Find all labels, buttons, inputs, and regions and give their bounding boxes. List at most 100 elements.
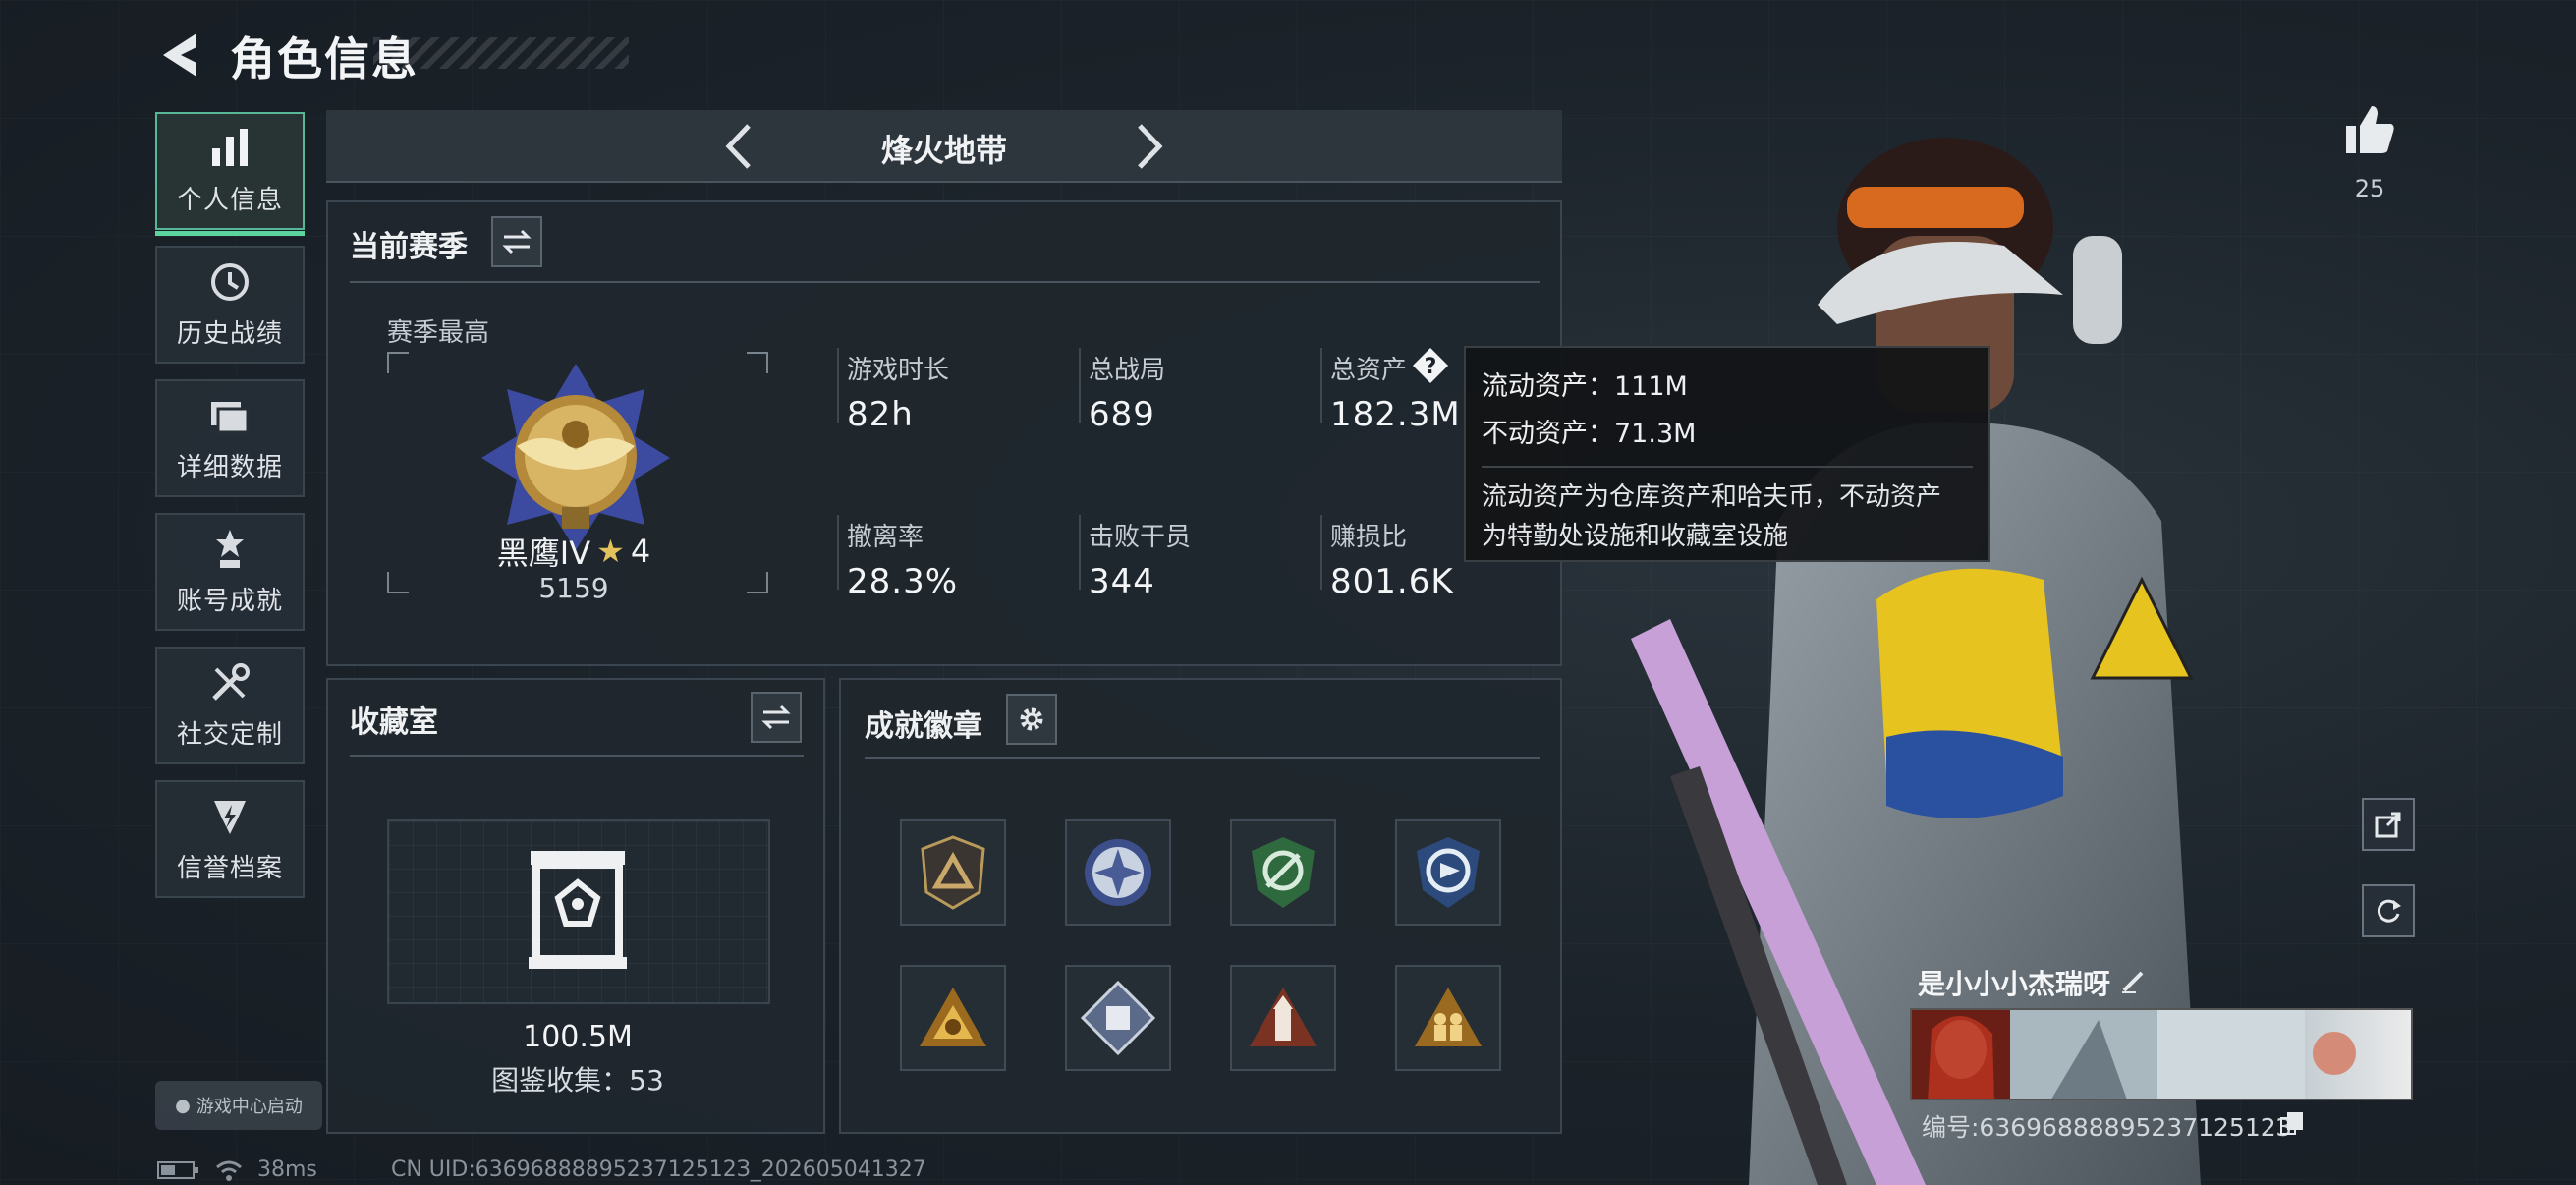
assets-tooltip: 流动资产：111M 不动资产：71.3M 流动资产为仓库资产和哈夫币，不动资产 …	[1464, 346, 1990, 562]
frame-corner	[387, 352, 409, 373]
divider	[1079, 515, 1081, 590]
help-icon[interactable]: ?	[1411, 346, 1450, 385]
player-name: 是小小小杰瑞呀	[1918, 968, 2111, 1000]
settings-button[interactable]	[1006, 694, 1057, 745]
divider	[1320, 515, 1322, 590]
share-button[interactable]	[2362, 798, 2415, 851]
person-icon: ●	[175, 1095, 191, 1116]
sidebar-item-detailed-data[interactable]: 详细数据	[155, 379, 305, 497]
collection-catalog: 图鉴收集：53	[491, 1064, 664, 1097]
tower-badge-icon	[1250, 988, 1316, 1046]
badge-slot[interactable]	[1395, 965, 1501, 1071]
mode-name: 烽火地带	[880, 132, 1007, 169]
rank-emblem-icon	[481, 364, 670, 550]
player-banner[interactable]	[1910, 1008, 2413, 1100]
edit-icon[interactable]	[2120, 967, 2148, 994]
stat-value: 182.3M	[1330, 395, 1461, 434]
share-icon	[2375, 812, 2401, 838]
stat-label: 游戏时长	[847, 356, 950, 385]
divider	[1079, 348, 1081, 423]
triangle-shield-badge-icon	[921, 835, 985, 910]
sidebar-item-achievements[interactable]: 账号成就	[155, 513, 305, 631]
sidebar-item-reputation[interactable]: 信誉档案	[155, 780, 305, 898]
collection-title: 收藏室	[350, 705, 438, 740]
stat-label: 总资产	[1330, 356, 1408, 385]
swap-icon	[761, 705, 791, 730]
history-icon	[211, 262, 249, 301]
like-count: 25	[2354, 175, 2385, 202]
divider	[1482, 466, 1973, 468]
achievement-icon	[216, 529, 244, 568]
soldiers-badge-icon	[1415, 988, 1482, 1046]
tooltip-note-line1: 流动资产为仓库资产和哈夫币，不动资产	[1482, 482, 1942, 512]
sidebar-item-label: 历史战绩	[176, 318, 283, 349]
tools-icon	[212, 662, 250, 701]
battery-icon	[157, 1160, 198, 1179]
launch-chip-label: 游戏中心启动	[196, 1097, 303, 1117]
refresh-button[interactable]	[2362, 884, 2415, 937]
sidebar-item-personal-info[interactable]: 个人信息	[155, 112, 305, 236]
badge-slot[interactable]	[1395, 819, 1501, 926]
sidebar-item-label: 个人信息	[176, 185, 283, 215]
season-title: 当前赛季	[350, 230, 468, 264]
rank-points: 5159	[538, 572, 609, 604]
sidebar-item-label: 详细数据	[176, 452, 283, 482]
swap-button[interactable]	[491, 216, 542, 267]
diamond-badge-icon	[1081, 981, 1155, 1055]
divider	[837, 515, 839, 590]
collection-preview[interactable]	[387, 819, 770, 1004]
refresh-icon	[2377, 899, 2401, 923]
rank-name: 黑鹰IV	[496, 535, 591, 572]
star-compass-badge-icon	[1085, 839, 1151, 906]
badge-slot[interactable]	[1230, 819, 1336, 926]
banner-artwork	[1912, 1010, 2411, 1099]
tooltip-note-line2: 为特勤处设施和收藏室设施	[1482, 522, 1789, 551]
mode-selector: 烽火地带	[326, 110, 1562, 183]
chevron-right-icon[interactable]	[1130, 120, 1169, 173]
star-icon: ★	[596, 533, 625, 570]
season-best-label: 赛季最高	[387, 318, 490, 348]
copy-icon[interactable]	[2279, 1110, 2305, 1136]
stat-label: 总战局	[1089, 356, 1166, 385]
thumbs-up-icon[interactable]	[2342, 102, 2397, 157]
divider	[350, 755, 804, 757]
green-crest-badge-icon	[1252, 837, 1315, 908]
divider	[837, 348, 839, 423]
gear-icon	[1020, 707, 1043, 731]
rank-line: 黑鹰IV ★ 4	[426, 529, 721, 574]
badge-slot[interactable]	[1065, 965, 1171, 1071]
sidebar-item-social[interactable]: 社交定制	[155, 647, 305, 764]
tooltip-liquid-assets: 流动资产：111M	[1482, 371, 1688, 402]
wifi-icon	[216, 1160, 242, 1181]
stat-value: 344	[1089, 562, 1155, 601]
stat-label: 击败干员	[1089, 523, 1192, 552]
stat-value: 28.3%	[847, 562, 959, 601]
frame-corner	[387, 572, 409, 593]
title-decoration	[373, 37, 629, 69]
latency: 38ms	[257, 1157, 317, 1182]
badge-slot[interactable]	[1065, 819, 1171, 926]
stat-value: 801.6K	[1330, 562, 1454, 601]
svg-text:?: ?	[1425, 355, 1437, 379]
sidebar-item-history[interactable]: 历史战绩	[155, 246, 305, 364]
badge-slot[interactable]	[900, 819, 1006, 926]
divider	[1320, 348, 1322, 423]
achievements-title: 成就徽章	[865, 709, 982, 744]
back-arrow-icon[interactable]	[157, 29, 204, 81]
stat-label: 撤离率	[847, 523, 924, 552]
gold-triangle-badge-icon	[920, 988, 986, 1046]
stat-label: 赚损比	[1330, 523, 1408, 552]
sidebar-item-label: 社交定制	[176, 719, 283, 750]
collection-value: 100.5M	[523, 1020, 633, 1054]
badge-slot[interactable]	[900, 965, 1006, 1071]
folders-icon	[211, 401, 250, 433]
badge-slot[interactable]	[1230, 965, 1336, 1071]
sidebar-item-label: 信誉档案	[176, 853, 283, 883]
swap-icon	[502, 229, 532, 254]
divider	[350, 281, 1540, 283]
tooltip-fixed-assets: 不动资产：71.3M	[1482, 419, 1697, 449]
swap-button[interactable]	[751, 692, 802, 743]
stat-value: 689	[1089, 395, 1155, 434]
bar-chart-icon	[212, 128, 248, 166]
game-center-launch-chip[interactable]: ● 游戏中心启动	[155, 1081, 322, 1130]
